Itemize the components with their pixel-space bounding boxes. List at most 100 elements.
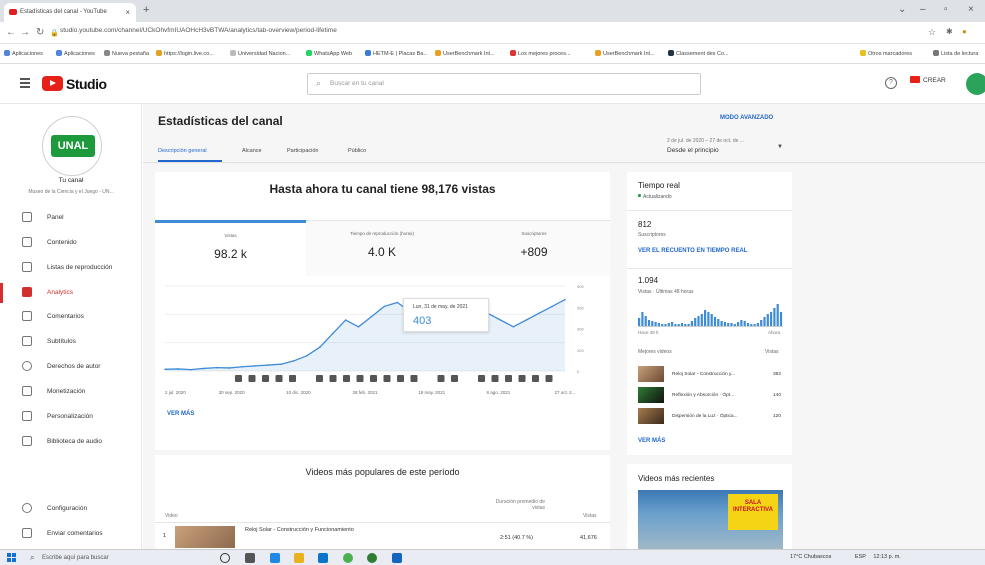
youtube-logo-icon[interactable]	[42, 76, 63, 91]
minimize-icon[interactable]: –	[920, 4, 926, 15]
star-icon[interactable]: ☆	[928, 27, 936, 38]
chrome-icon[interactable]	[343, 553, 353, 563]
upload-marker[interactable]	[370, 375, 377, 382]
edge-icon[interactable]	[270, 553, 280, 563]
windows-start-icon[interactable]	[7, 553, 17, 563]
upload-marker[interactable]	[518, 375, 526, 382]
sidebar-item-audio-library[interactable]: Biblioteca de audio	[0, 432, 142, 452]
upload-marker[interactable]	[410, 375, 418, 382]
upload-marker[interactable]	[545, 375, 553, 382]
realtime-bar-chart[interactable]	[638, 300, 783, 326]
sidebar-item-comments[interactable]: Comentarios	[0, 307, 142, 327]
date-range-picker[interactable]: 2 de jul. de 2020 – 27 de oct. de ... De…	[667, 138, 787, 154]
table-row[interactable]: 1 Reloj Solar - Construcción y Funcionam…	[155, 523, 610, 549]
help-icon[interactable]: ?	[885, 77, 897, 89]
metric-watch-time[interactable]: Tiempo de reproducción (horas) 4.0 K	[306, 220, 458, 276]
chevron-down-icon[interactable]: ⌄	[898, 4, 906, 15]
see-more-link[interactable]: VER MÁS	[638, 438, 665, 444]
upload-marker[interactable]	[383, 375, 391, 382]
row-title[interactable]: Reloj Solar - Construcción y Funcionamie…	[245, 527, 354, 533]
advanced-mode-link[interactable]: MODO AVANZADO	[720, 115, 773, 121]
profile-icon[interactable]: ●	[962, 27, 967, 36]
search-input[interactable]: ⌕ Buscar en tu canal	[307, 73, 701, 95]
other-bookmarks[interactable]: Otros marcadores	[860, 50, 912, 57]
upload-marker[interactable]	[289, 375, 296, 382]
upload-marker[interactable]	[532, 375, 539, 382]
bookmark-item[interactable]: Aplicaciones	[4, 50, 43, 57]
tab-reach[interactable]: Alcance	[242, 148, 262, 154]
url-field[interactable]: studio.youtube.com/channel/UCkOhvfmIUAOH…	[60, 27, 337, 34]
bookmark-item[interactable]: Classement des Co...	[668, 50, 729, 57]
top-video-title[interactable]: Reloj Solar - Construcción y...	[672, 372, 735, 377]
upload-marker[interactable]	[478, 375, 485, 382]
upload-marker[interactable]	[329, 375, 337, 382]
create-button[interactable]: CREAR	[910, 76, 946, 84]
browser-tab[interactable]: Estadísticas del canal - YouTube ×	[4, 3, 136, 22]
bookmark-item[interactable]: HETM-E | Placas Ba...	[365, 50, 428, 57]
bookmark-item[interactable]: Aplicaciones	[56, 50, 95, 57]
taskbar-search[interactable]: ⌕ Escribe aquí para buscar	[28, 552, 178, 564]
avatar[interactable]	[966, 73, 985, 95]
views-chart[interactable]: 0 200 300 500 900 2 jul. 2020 30 sep. 2020 10 d…	[155, 276, 610, 406]
file-explorer-icon[interactable]	[294, 553, 304, 563]
upload-marker[interactable]	[451, 375, 458, 382]
reload-icon[interactable]: ↻	[36, 27, 44, 38]
bookmark-item[interactable]: Los mejores proces...	[510, 50, 571, 57]
weather-text[interactable]: 17°C Chubascos	[790, 554, 831, 560]
bookmark-item[interactable]: https://login.live.co...	[156, 50, 214, 57]
upload-marker[interactable]	[262, 375, 269, 382]
sidebar-item-customization[interactable]: Personalización	[0, 407, 142, 427]
metric-subscribers[interactable]: Suscriptores +809	[458, 220, 610, 276]
bookmark-item[interactable]: Nueva pestaña	[104, 50, 149, 57]
upload-marker[interactable]	[316, 375, 323, 382]
tab-engagement[interactable]: Participación	[287, 148, 319, 154]
sidebar-item-panel[interactable]: Panel	[0, 208, 142, 228]
extensions-icon[interactable]: ✱	[946, 27, 953, 36]
maximize-icon[interactable]: ▫	[944, 4, 948, 15]
upload-marker[interactable]	[397, 375, 404, 382]
tab-overview[interactable]: Descripción general	[158, 148, 207, 154]
word-icon[interactable]	[392, 553, 402, 563]
store-icon[interactable]	[318, 553, 328, 563]
recent-video-thumbnail[interactable]: SALA INTERACTIVA	[638, 490, 783, 549]
bookmark-item[interactable]: UserBenchmark Int...	[595, 50, 655, 57]
upload-marker[interactable]	[248, 375, 256, 382]
reading-list[interactable]: Lista de lectura	[933, 50, 978, 57]
upload-marker[interactable]	[437, 375, 445, 382]
app-icon[interactable]	[367, 553, 377, 563]
video-thumbnail[interactable]	[175, 526, 235, 548]
task-view-icon[interactable]	[245, 553, 255, 563]
new-tab-icon[interactable]: +	[143, 4, 149, 16]
video-thumbnail[interactable]	[638, 387, 664, 403]
close-tab-icon[interactable]: ×	[125, 8, 130, 17]
forward-icon[interactable]: →	[20, 27, 30, 38]
sidebar-item-monetization[interactable]: Monetización	[0, 382, 142, 402]
back-icon[interactable]: ←	[6, 27, 16, 38]
bookmark-item[interactable]: UserBenchmark Int...	[435, 50, 495, 57]
sidebar-item-feedback[interactable]: Enviar comentarios	[0, 524, 142, 544]
channel-logo[interactable]: UNAL	[42, 116, 102, 176]
tab-audience[interactable]: Público	[348, 148, 366, 154]
top-video-title[interactable]: Dispersión de la Luz · Óptica...	[672, 414, 738, 419]
upload-marker[interactable]	[491, 375, 499, 382]
top-video-title[interactable]: Reflexión y Absorción · Ópt...	[672, 393, 734, 398]
sidebar-item-settings[interactable]: Configuración	[0, 499, 142, 519]
language-indicator[interactable]: ESP	[855, 554, 866, 560]
upload-marker[interactable]	[505, 375, 512, 382]
sidebar-item-copyright[interactable]: Derechos de autor	[0, 357, 142, 377]
video-thumbnail[interactable]	[638, 408, 664, 424]
clock[interactable]: 12:13 p. m.	[873, 554, 901, 560]
sidebar-item-playlists[interactable]: Listas de reproducción	[0, 258, 142, 278]
upload-marker[interactable]	[235, 375, 242, 382]
cortana-icon[interactable]	[220, 553, 230, 563]
see-realtime-link[interactable]: VER EL RECUENTO EN TIEMPO REAL	[638, 248, 747, 254]
upload-marker[interactable]	[343, 375, 350, 382]
sidebar-item-subtitles[interactable]: Subtítulos	[0, 332, 142, 352]
close-window-icon[interactable]: ×	[968, 4, 974, 15]
bookmark-item[interactable]: Universidad Nacion...	[230, 50, 290, 57]
video-thumbnail[interactable]	[638, 366, 664, 382]
see-more-link[interactable]: VER MÁS	[167, 411, 194, 417]
upload-marker[interactable]	[275, 375, 283, 382]
metric-views[interactable]: Vistas 98.2 k	[155, 220, 306, 276]
sidebar-item-content[interactable]: Contenido	[0, 233, 142, 253]
